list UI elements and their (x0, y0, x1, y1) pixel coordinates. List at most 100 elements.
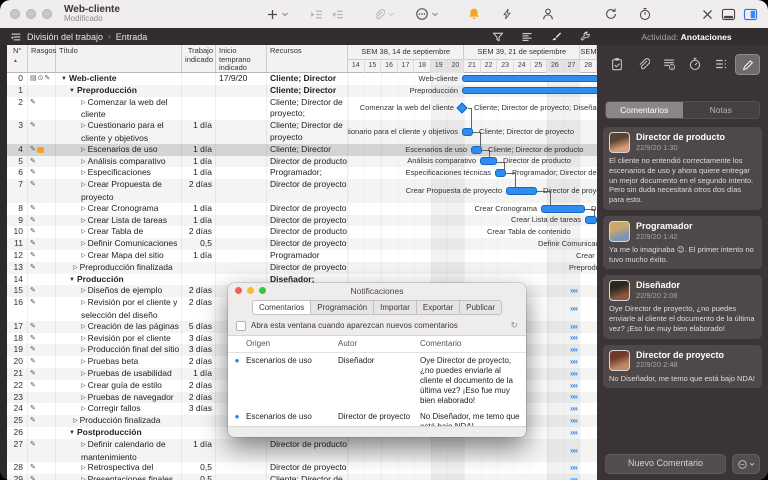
disclosure-closed-icon[interactable]: ▷ (81, 123, 86, 129)
gantt-cell[interactable]: Preproducción (348, 85, 597, 97)
column-header-recursos[interactable]: Recursos (267, 45, 348, 72)
gantt-timescale[interactable]: SEM 38, 14 de septiembre SEM 39, 21 de se… (348, 45, 597, 73)
inspector-tab-clipboard[interactable] (605, 54, 628, 73)
inspector-tab-stopwatch[interactable] (683, 54, 706, 73)
gantt-summary-bar[interactable] (462, 87, 597, 95)
disclosure-closed-icon[interactable]: ▷ (81, 218, 86, 224)
disclosure-open-icon[interactable]: ▼ (61, 76, 67, 82)
disclosure-closed-icon[interactable]: ▷ (81, 359, 86, 365)
breadcrumb[interactable]: División del trabajo › Entrada (10, 32, 147, 42)
gantt-overflow-indicator[interactable]: »» (570, 381, 578, 390)
task-row[interactable]: 12 ✎ ▷ Crear Mapa del sitio 1 día Programador… (7, 249, 597, 262)
gantt-overflow-indicator[interactable]: »» (570, 405, 578, 413)
gantt-cell[interactable]: Cuestionario para el cliente y objetivos… (348, 120, 597, 144)
gantt-cell[interactable]: Definir Comunicaciones (348, 238, 597, 250)
disclosure-closed-icon[interactable]: ▷ (81, 300, 86, 306)
disclosure-open-icon[interactable]: ▼ (69, 88, 75, 94)
disclosure-closed-icon[interactable]: ▷ (81, 336, 86, 342)
task-row[interactable]: 13 ✎ ▷ Preproducción finalizada Director de … (7, 261, 597, 274)
notification-row[interactable]: ● Escenarios de uso Director de proyecto No… (228, 409, 526, 426)
task-row[interactable]: 1 ▼Preproducción Cliente; Director d... Pre… (7, 84, 597, 97)
sync-icon[interactable] (604, 7, 618, 21)
task-row[interactable]: 10✎▷Crear Tabla de contenido2 díasDirect… (7, 226, 597, 239)
disclosure-closed-icon[interactable]: ▷ (81, 100, 86, 106)
task-title[interactable]: ▷ Crear Lista de tareas (56, 214, 182, 227)
column-autor[interactable]: Autor (338, 339, 420, 349)
gantt-overflow-indicator[interactable]: »» (570, 358, 578, 366)
new-comment-button[interactable]: Nuevo Comentario (605, 454, 726, 474)
task-title[interactable]: ▷ Definir Comunicaciones (56, 238, 182, 250)
inspector-tab-document-info[interactable] (657, 54, 680, 73)
disclosure-closed-icon[interactable]: ▷ (81, 383, 86, 389)
task-title[interactable]: ▷ Producción final del sitio (56, 344, 182, 357)
gantt-task-bar[interactable] (471, 145, 482, 154)
gantt-cell[interactable]: »» (348, 439, 597, 463)
task-row[interactable]: 11✎▷Definir Comunicaciones0,5 díasDirect… (7, 238, 597, 250)
brush-icon[interactable] (550, 31, 562, 43)
disclosure-closed-icon[interactable]: ▷ (81, 159, 86, 165)
lightning-icon[interactable] (501, 7, 513, 21)
disclosure-closed-icon[interactable]: ▷ (81, 147, 86, 153)
notif-tab-exportar[interactable]: Exportar (416, 300, 461, 315)
task-row[interactable]: 7 ✎ ▷ Crear Propuesta de proyecto 2 días Dire… (7, 179, 597, 203)
task-row[interactable]: 5 ✎ ▷ Análisis comparativo 1 día Director de … (7, 155, 597, 168)
task-title[interactable]: ▷ Revisión por el cliente y selección del… (56, 297, 182, 321)
disclosure-closed-icon[interactable]: ▷ (81, 229, 86, 235)
disclosure-closed-icon[interactable]: ▷ (81, 324, 86, 330)
notification-row[interactable]: ● Escenarios de uso Diseñador Oye Director … (228, 353, 526, 409)
column-header-inicio[interactable]: Inicio temprano indicado (216, 45, 267, 72)
column-comentario[interactable]: Comentario (420, 339, 526, 349)
gantt-task-bar[interactable] (480, 157, 497, 166)
gantt-milestone[interactable] (456, 102, 468, 115)
gantt-summary-bar[interactable] (462, 75, 597, 83)
inspector-tab-attachment[interactable] (631, 54, 654, 73)
panel-bottom-icon[interactable] (721, 8, 736, 21)
disclosure-closed-icon[interactable]: ▷ (81, 206, 86, 212)
task-title[interactable]: ▷ Preproducción finalizada (56, 261, 182, 274)
gantt-overflow-indicator[interactable]: »» (570, 464, 578, 472)
gantt-overflow-indicator[interactable]: »» (570, 369, 578, 378)
comment-card[interactable]: Director de producto 22/9/20 1:30 El clien… (603, 127, 762, 210)
task-title[interactable]: ▼ Producción (56, 273, 182, 286)
gantt-task-bar[interactable] (506, 186, 537, 195)
task-title[interactable]: ▷ Comenzar la web del cliente (56, 96, 182, 121)
task-title[interactable]: ▷ Pruebas beta (56, 356, 182, 368)
task-title[interactable]: ▷ Cuestionario para el cliente y objetivo… (56, 120, 182, 144)
column-header-num[interactable]: N° ▲ (7, 45, 28, 72)
person-icon[interactable] (541, 7, 555, 21)
gantt-overflow-indicator[interactable]: »» (570, 304, 578, 313)
task-title[interactable]: ▷ Producción finalizada (56, 415, 182, 427)
zoom-button[interactable] (42, 9, 52, 19)
ellipsis-chevron-icon[interactable] (431, 10, 439, 18)
gantt-cell[interactable]: Crear Lista de tareas (348, 215, 597, 227)
disclosure-closed-icon[interactable]: ▷ (73, 265, 78, 271)
task-title[interactable]: ▷ Pruebas de usabilidad (56, 367, 182, 380)
task-row[interactable]: 6✎▷Especificaciones técnicas1 díaProgram… (7, 167, 597, 180)
gantt-task-bar[interactable] (462, 127, 473, 136)
disclosure-open-icon[interactable]: ▼ (69, 430, 75, 436)
add-icon[interactable] (266, 8, 279, 21)
remove-comment-button[interactable] (732, 454, 760, 474)
disclosure-closed-icon[interactable]: ▷ (81, 288, 86, 294)
notifications-window[interactable]: Notificaciones Comentarios Programación Im… (228, 283, 526, 437)
wrench-icon[interactable] (579, 31, 591, 43)
task-title[interactable]: ▷ Crear Mapa del sitio (56, 249, 182, 262)
tools-icon[interactable] (701, 8, 714, 21)
disclosure-closed-icon[interactable]: ▷ (81, 406, 86, 412)
gantt-cell[interactable]: Web-cliente (348, 73, 597, 85)
notif-tab-importar[interactable]: Importar (374, 300, 417, 315)
gantt-cell[interactable]: Especificaciones técnicas Programador; Di… (348, 167, 597, 179)
task-title[interactable]: ▷Retrospectiva del proyecto (56, 462, 182, 475)
gantt-task-bar[interactable] (541, 204, 585, 213)
task-title[interactable]: ▷Crear Tabla de contenido (56, 226, 182, 239)
gantt-overflow-indicator[interactable]: »» (570, 287, 578, 295)
disclosure-closed-icon[interactable]: ▷ (81, 241, 86, 247)
close-button[interactable] (10, 9, 20, 19)
task-row[interactable]: 29✎ ▷Presentaciones finales0,5 días Client… (7, 474, 597, 480)
gantt-overflow-indicator[interactable]: »» (570, 322, 578, 331)
gantt-cell[interactable]: Crear Cronograma D (348, 203, 597, 215)
task-row[interactable]: 3 ✎ ▷ Cuestionario para el cliente y objeti… (7, 120, 597, 144)
gantt-cell[interactable]: Escenarios de uso Cliente; Director de pr… (348, 144, 597, 156)
disclosure-open-icon[interactable]: ▼ (69, 277, 75, 283)
inspector-tab-list[interactable] (709, 54, 732, 73)
